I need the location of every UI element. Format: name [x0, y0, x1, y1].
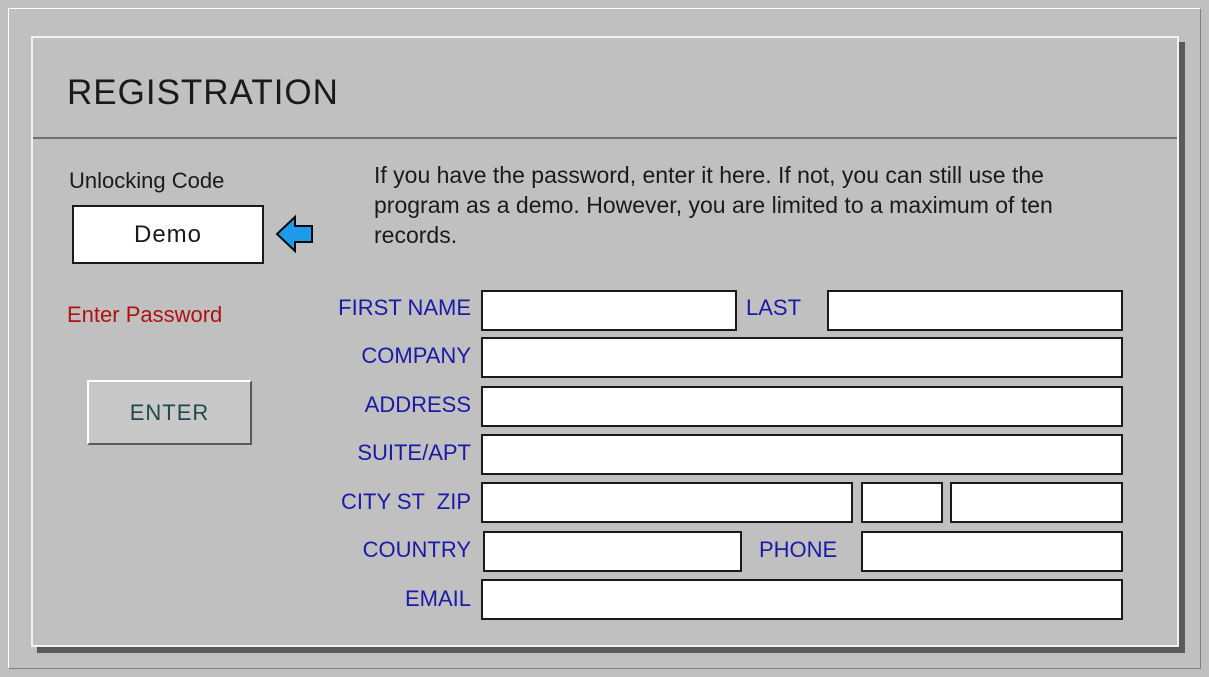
unlocking-code-field[interactable]: Demo: [72, 205, 264, 264]
email-field[interactable]: [481, 579, 1123, 620]
last-name-label: LAST: [746, 295, 802, 320]
phone-label: PHONE: [759, 537, 838, 562]
registration-panel: REGISTRATION Unlocking Code Demo If you …: [31, 36, 1179, 647]
unlocking-code-label: Unlocking Code: [69, 168, 225, 193]
arrow-left-icon: [275, 214, 313, 254]
city-field[interactable]: [481, 482, 853, 523]
zip-field[interactable]: [950, 482, 1123, 523]
company-field[interactable]: [481, 337, 1123, 378]
company-label: COMPANY: [361, 343, 471, 368]
suite-apt-field[interactable]: [481, 434, 1123, 475]
city-st-zip-label: CITY ST ZIP: [341, 489, 471, 514]
last-name-field[interactable]: [827, 290, 1123, 331]
page-title: REGISTRATION: [67, 73, 339, 112]
suite-apt-label: SUITE/APT: [357, 440, 471, 465]
enter-password-label: Enter Password: [67, 302, 223, 327]
enter-button[interactable]: ENTER: [87, 380, 252, 445]
address-label: ADDRESS: [364, 392, 471, 417]
title-divider: [33, 137, 1177, 139]
country-label: COUNTRY: [362, 537, 471, 562]
country-field[interactable]: [483, 531, 742, 572]
first-name-label: FIRST NAME: [338, 295, 471, 320]
state-field[interactable]: [861, 482, 943, 523]
email-label: EMAIL: [404, 586, 471, 611]
phone-field[interactable]: [861, 531, 1123, 572]
unlock-info-text: If you have the password, enter it here.…: [374, 162, 1053, 248]
first-name-field[interactable]: [481, 290, 737, 331]
address-field[interactable]: [481, 386, 1123, 427]
